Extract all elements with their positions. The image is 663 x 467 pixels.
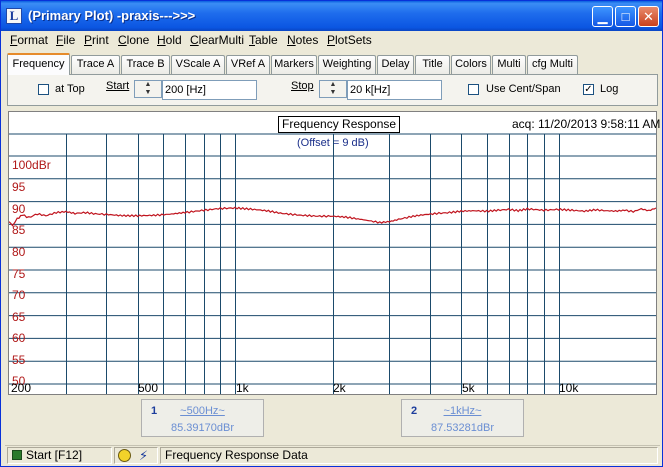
y-tick-label: 65 [12,310,26,324]
tab-trace-b[interactable]: Trace B [121,55,170,74]
tab-trace-a[interactable]: Trace A [71,55,120,74]
marker-frequency-link[interactable]: ~1kHz~ [402,405,523,417]
y-tick-label: 95 [12,180,26,194]
menu-clone[interactable]: Clone [118,33,149,47]
menu-file[interactable]: File [56,33,75,47]
tab-weighting[interactable]: Weighting [318,55,376,74]
close-button[interactable]: ✕ [638,6,659,27]
tab-vscale-a[interactable]: VScale A [171,55,225,74]
x-tick-label: 2k [333,381,346,395]
stop-frequency-field[interactable]: 20 k[Hz] [347,80,442,100]
menu-notes[interactable]: Notes [287,33,318,47]
stop-label: Stop [291,80,314,92]
x-tick-label: 200 [11,381,32,395]
menu-table[interactable]: Table [249,33,278,47]
y-tick-label: 90 [12,202,26,216]
start-indicator-icon [12,450,22,460]
start-spinner[interactable]: ▲ ▼ [134,80,162,98]
x-tick-label: 1k [236,381,249,395]
x-tick-label: 5k [462,381,475,395]
start-label: Start [106,80,130,92]
start-frequency-field[interactable]: 200 [Hz] [162,80,257,100]
acquisition-timestamp: acq: 11/20/2013 9:58:11 AM [512,117,661,131]
maximize-icon: □ [621,9,630,24]
tab-strip: Frequency Trace A Trace B VScale A VRef … [7,53,659,75]
menu-plotsets[interactable]: PlotSets [327,33,372,47]
plot-grid [9,133,656,394]
window-title: (Primary Plot) -praxis--->>> [28,8,196,23]
tab-cfg-multi[interactable]: cfg Multi [527,55,578,74]
frequency-response-plot[interactable] [9,112,656,394]
minimize-button[interactable]: ▁ [592,6,613,27]
tab-vref-a[interactable]: VRef A [226,55,270,74]
x-tick-label: 500 [138,381,159,395]
menu-format[interactable]: Format [10,33,48,47]
y-tick-label: 55 [12,353,26,367]
y-tick-label: 80 [12,245,26,259]
y-tick-label: 85 [12,223,26,237]
app-window: L (Primary Plot) -praxis--->>> ▁ □ ✕ For… [0,0,663,467]
lightning-icon[interactable]: ⚡ [139,448,148,463]
spin-down-icon[interactable]: ▼ [135,89,161,97]
use-cent-span-label: Use Cent/Span [486,83,561,95]
marker-2-readout[interactable]: 2 ~1kHz~ 87.53281dBr [401,399,524,437]
marker-1-readout[interactable]: 1 ~500Hz~ 85.39170dBr [141,399,264,437]
spin-up-icon[interactable]: ▲ [320,81,346,89]
y-tick-label: 100dBr [12,158,51,172]
spin-up-icon[interactable]: ▲ [135,81,161,89]
status-message: Frequency Response Data [160,447,658,464]
tab-title[interactable]: Title [415,55,450,74]
tab-markers[interactable]: Markers [271,55,317,74]
close-icon: ✕ [643,9,654,24]
y-tick-label: 70 [12,288,26,302]
at-top-checkbox[interactable] [38,84,49,95]
x-tick-label: 10k [559,381,579,395]
menu-bar: Format File Print Clone Hold ClearMulti … [5,31,659,49]
at-top-label: at Top [55,83,85,95]
tab-frequency[interactable]: Frequency [7,53,70,75]
menu-hold[interactable]: Hold [157,33,182,47]
minimize-icon: ▁ [597,9,608,24]
maximize-button[interactable]: □ [615,6,636,27]
offset-label: (Offset = 9 dB) [297,137,369,149]
menu-print[interactable]: Print [84,33,109,47]
y-tick-label: 60 [12,331,26,345]
app-icon[interactable]: L [6,8,22,24]
status-icons: ⚡ [114,447,158,464]
menu-clearmulti[interactable]: ClearMulti [190,33,244,47]
stop-spinner[interactable]: ▲ ▼ [319,80,347,98]
tab-colors[interactable]: Colors [451,55,491,74]
spin-down-icon[interactable]: ▼ [320,89,346,97]
log-checkbox[interactable]: ✓ [583,84,594,95]
tab-multi[interactable]: Multi [492,55,526,74]
y-tick-label: 75 [12,267,26,281]
use-cent-span-checkbox[interactable] [468,84,479,95]
clock-icon[interactable] [118,449,131,462]
log-label: Log [600,83,619,95]
marker-value: 87.53281dBr [431,422,494,434]
plot-title: Frequency Response [278,116,401,133]
marker-frequency-link[interactable]: ~500Hz~ [142,405,263,417]
start-acquisition-button[interactable]: Start [F12] [7,447,112,464]
title-bar[interactable]: L (Primary Plot) -praxis--->>> ▁ □ ✕ [1,1,662,31]
tab-delay[interactable]: Delay [377,55,414,74]
marker-value: 85.39170dBr [171,422,234,434]
status-bar: Start [F12] ⚡ Frequency Response Data [5,445,660,465]
